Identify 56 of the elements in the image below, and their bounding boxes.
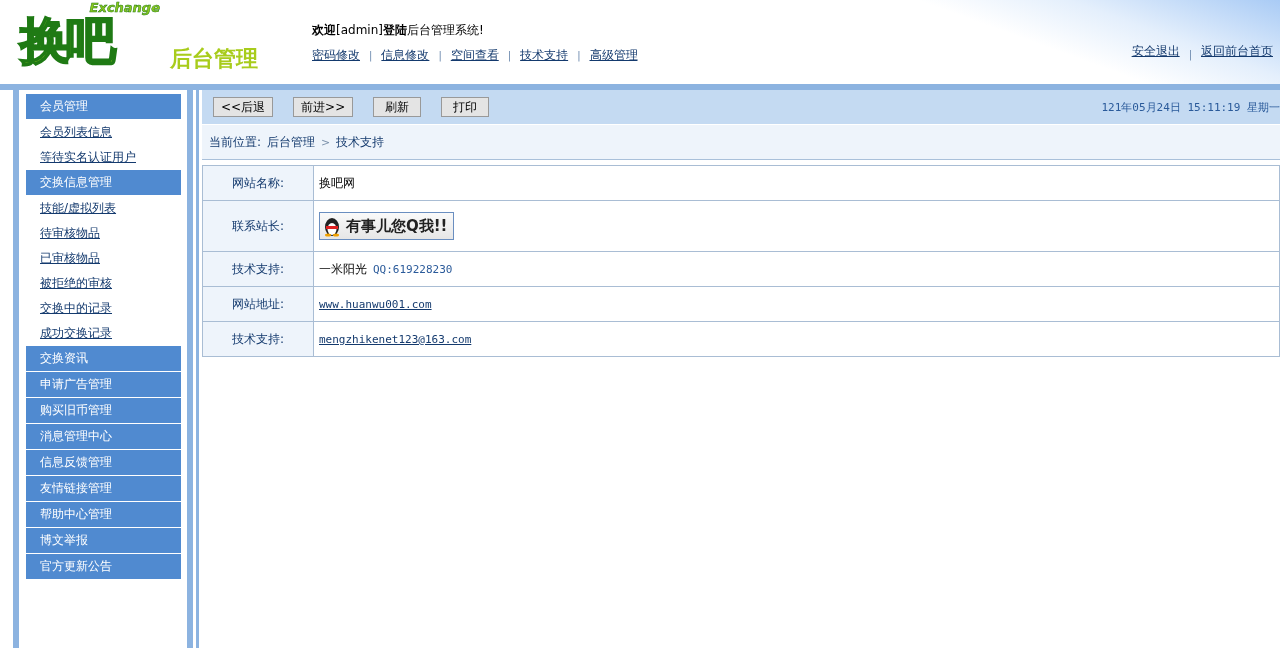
sidebar-section[interactable]: 信息反馈管理 <box>26 450 181 475</box>
sidebar-link[interactable]: 交换中的记录 <box>26 296 181 320</box>
sidebar-section[interactable]: 消息管理中心 <box>26 424 181 449</box>
nav-link[interactable]: 安全退出 <box>1131 43 1180 60</box>
nav-link[interactable]: 技术支持 <box>520 47 569 64</box>
label-cell: 技术支持: <box>203 322 314 356</box>
sidebar-link[interactable]: 技能/虚拟列表 <box>26 196 181 220</box>
sidebar-section[interactable]: 帮助中心管理 <box>26 502 181 527</box>
breadcrumb-separator: > <box>321 135 331 149</box>
sidebar-section[interactable]: 会员管理 <box>26 94 181 119</box>
sidebar-section[interactable]: 交换资讯 <box>26 346 181 371</box>
welcome-text: 欢迎[admin]登陆后台管理系统! <box>312 22 485 39</box>
toolbar-button[interactable]: 前进>> <box>293 97 354 117</box>
nav-link[interactable]: 返回前台首页 <box>1201 43 1273 60</box>
qq-number: QQ:619228230 <box>373 262 453 276</box>
logo-subtitle: Exchange <box>89 0 160 16</box>
link-separator: | <box>507 50 512 61</box>
qq-contact-button[interactable]: 有事儿您Q我!! <box>319 212 455 240</box>
sidebar-section[interactable]: 购买旧币管理 <box>26 398 181 423</box>
breadcrumb-label: 当前位置: <box>209 133 262 151</box>
sidebar-link[interactable]: 会员列表信息 <box>26 120 181 144</box>
value-link[interactable]: www.huanwu001.com <box>319 297 432 311</box>
link-separator: | <box>1188 49 1192 60</box>
link-separator: | <box>369 50 373 61</box>
label-cell: 联系站长: <box>203 201 314 251</box>
sidebar-section[interactable]: 友情链接管理 <box>26 476 181 501</box>
sidebar-link[interactable]: 等待实名认证用户 <box>26 145 181 169</box>
sidebar-section[interactable]: 官方更新公告 <box>26 554 181 579</box>
sidebar-link[interactable]: 被拒绝的审核 <box>26 271 181 295</box>
value-text: 换吧网 <box>319 174 355 192</box>
link-separator: | <box>438 50 442 61</box>
datetime-text: 121年05月24日 15:11:19 星期一 <box>1101 99 1280 115</box>
sidebar-link[interactable]: 成功交换记录 <box>26 321 181 345</box>
link-separator: | <box>577 50 581 61</box>
sidebar-section[interactable]: 博文举报 <box>26 528 181 553</box>
toolbar-button[interactable]: 刷新 <box>373 97 422 117</box>
value-link[interactable]: mengzhikenet123@163.com <box>319 332 472 346</box>
contact-name: 一米阳光 <box>319 260 367 278</box>
sidebar-link[interactable]: 已审核物品 <box>26 246 181 270</box>
logo-text: 换吧 <box>20 16 112 66</box>
breadcrumb-item: 技术支持 <box>336 133 385 151</box>
sidebar-link[interactable]: 待审核物品 <box>26 221 181 245</box>
nav-link[interactable]: 空间查看 <box>450 47 499 64</box>
nav-link[interactable]: 信息修改 <box>381 47 430 64</box>
nav-link[interactable]: 密码修改 <box>312 47 360 64</box>
toolbar-button[interactable]: 打印 <box>441 97 490 117</box>
sidebar-section[interactable]: 申请广告管理 <box>26 372 181 397</box>
label-cell: 网站地址: <box>203 287 314 321</box>
penguin-icon <box>322 215 342 237</box>
breadcrumb-item: 后台管理 <box>267 133 316 151</box>
logo-caption: 后台管理 <box>170 45 258 73</box>
nav-link[interactable]: 高级管理 <box>589 47 638 64</box>
label-cell: 网站名称: <box>203 166 314 200</box>
label-cell: 技术支持: <box>203 252 314 286</box>
toolbar-button[interactable]: <<后退 <box>213 97 274 117</box>
sidebar-section[interactable]: 交换信息管理 <box>26 170 181 195</box>
